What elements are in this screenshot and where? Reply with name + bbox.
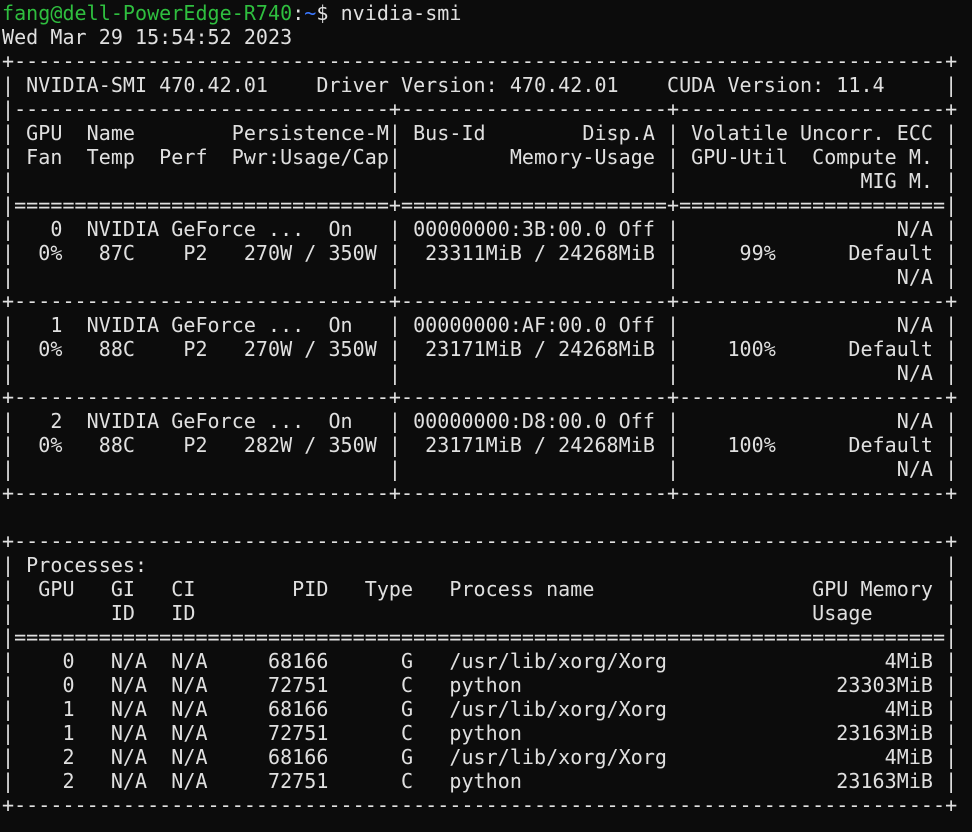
output-line: | 0 N/A N/A 68166 G /usr/lib/xorg/Xorg 4… — [2, 649, 958, 673]
prompt-line: fang@dell-PowerEdge-R740:~$ nvidia-smi — [2, 1, 970, 25]
output-line: +-------------------------------+-------… — [2, 481, 958, 505]
prompt-path: ~ — [304, 1, 317, 25]
output-line: | 1 N/A N/A 68166 G /usr/lib/xorg/Xorg 4… — [2, 697, 958, 721]
output-line: | GPU GI CI PID Type Process name GPU Me… — [2, 577, 958, 601]
output-line: +-------------------------------+-------… — [2, 385, 958, 409]
output-line: | 0 NVIDIA GeForce ... On | 00000000:3B:… — [2, 217, 958, 241]
prompt-user-host: fang@dell-PowerEdge-R740 — [2, 1, 293, 25]
output-line: | 0% 87C P2 270W / 350W | 23311MiB / 242… — [2, 241, 958, 265]
output-line: | 1 NVIDIA GeForce ... On | 00000000:AF:… — [2, 313, 958, 337]
output-line: |===============================+=======… — [2, 193, 958, 217]
output-line: | 2 N/A N/A 72751 C python 23163MiB | — [2, 769, 958, 793]
prompt-symbol: $ — [316, 1, 341, 25]
output-line: | | | N/A | — [2, 457, 958, 481]
output-line: +---------------------------------------… — [2, 49, 958, 73]
output-line: | Processes: | — [2, 553, 958, 577]
output-line: | GPU Name Persistence-M| Bus-Id Disp.A … — [2, 121, 958, 145]
command-text: nvidia-smi — [340, 1, 462, 25]
output-line: +---------------------------------------… — [2, 529, 958, 553]
output-line: | 0 N/A N/A 72751 C python 23303MiB | — [2, 673, 958, 697]
output-line: | 2 N/A N/A 68166 G /usr/lib/xorg/Xorg 4… — [2, 745, 958, 769]
output-line: +---------------------------------------… — [2, 793, 958, 817]
output-line: | 0% 88C P2 282W / 350W | 23171MiB / 242… — [2, 433, 958, 457]
output-line: | NVIDIA-SMI 470.42.01 Driver Version: 4… — [2, 73, 958, 97]
terminal-window[interactable]: fang@dell-PowerEdge-R740:~$ nvidia-smi W… — [2, 1, 970, 831]
output-line: | | | N/A | — [2, 265, 958, 289]
nvidia-smi-output: +---------------------------------------… — [2, 49, 970, 817]
output-line: | Fan Temp Perf Pwr:Usage/Cap| Memory-Us… — [2, 145, 958, 169]
output-line: | 1 N/A N/A 72751 C python 23163MiB | — [2, 721, 958, 745]
output-line: +-------------------------------+-------… — [2, 289, 958, 313]
prompt-separator: : — [292, 1, 305, 25]
output-line: | ID ID Usage | — [2, 601, 958, 625]
output-line: | 2 NVIDIA GeForce ... On | 00000000:D8:… — [2, 409, 958, 433]
timestamp-line: Wed Mar 29 15:54:52 2023 — [2, 25, 293, 49]
output-line: | | | N/A | — [2, 361, 958, 385]
output-line: |-------------------------------+-------… — [2, 97, 958, 121]
output-line: | | | MIG M. | — [2, 169, 958, 193]
output-line: | 0% 88C P2 270W / 350W | 23171MiB / 242… — [2, 337, 958, 361]
output-line: |=======================================… — [2, 625, 958, 649]
